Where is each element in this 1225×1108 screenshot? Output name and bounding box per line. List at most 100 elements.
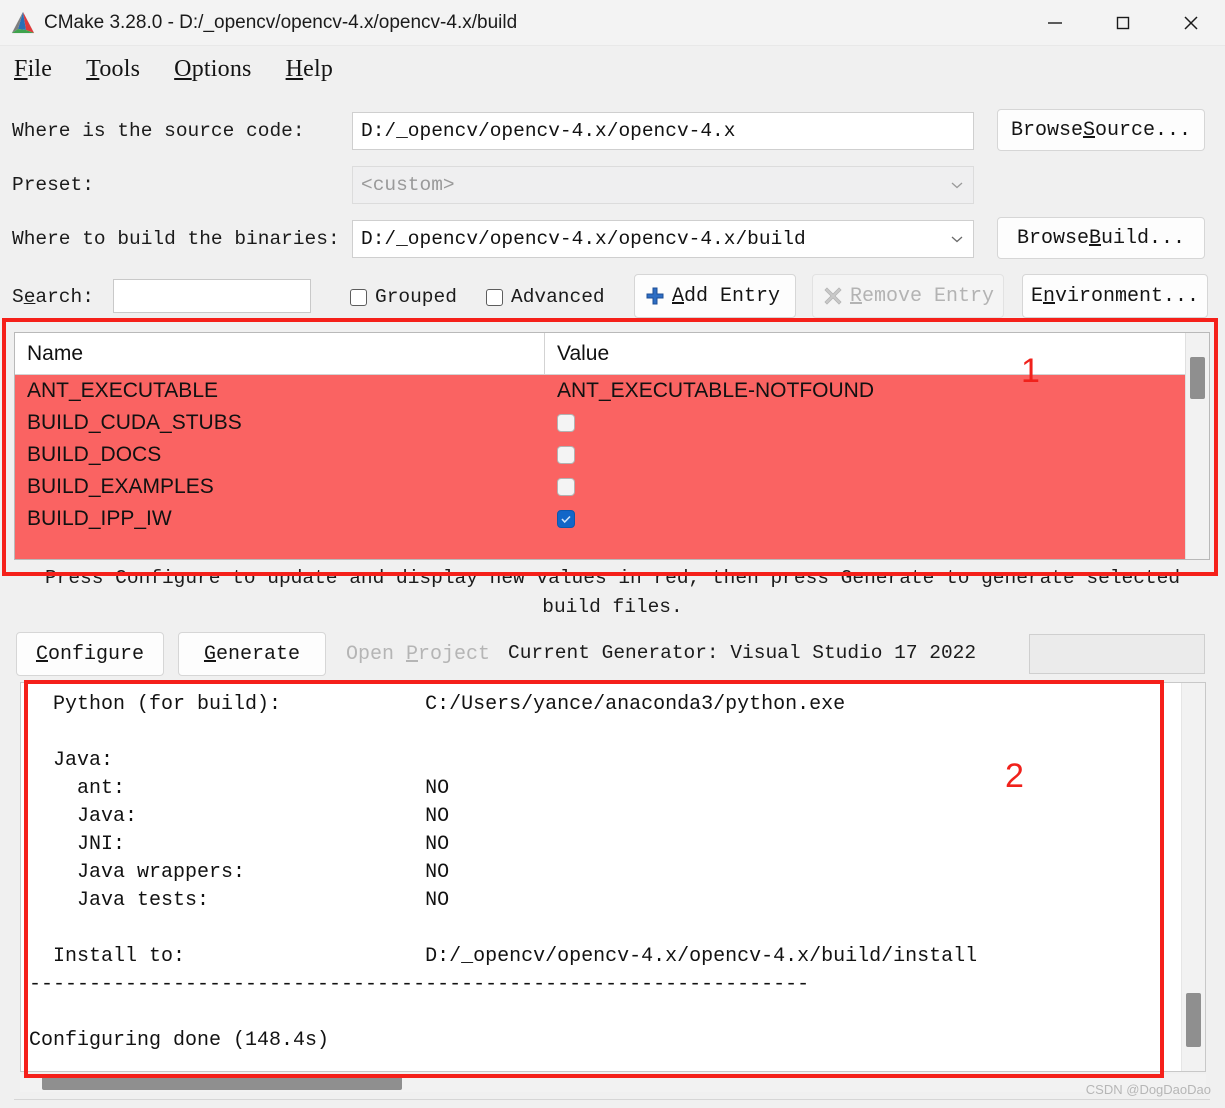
title-bar-left: CMake 3.28.0 - D:/_opencv/opencv-4.x/ope… (0, 10, 1021, 36)
menu-options-rest: ptions (191, 55, 252, 82)
cache-value-checkbox[interactable] (557, 510, 575, 528)
generate-rest: enerate (216, 642, 301, 666)
output-log-hscrollbar[interactable] (20, 1074, 1206, 1092)
configure-mnemonic: C (35, 642, 48, 666)
menu-tools-mnemonic: T (86, 55, 100, 82)
cache-value-checkbox[interactable] (557, 446, 575, 464)
search-label-mnemonic: e (23, 286, 36, 308)
generate-mnemonic: G (203, 642, 216, 666)
close-icon[interactable] (1157, 0, 1225, 46)
environment-pre: E (1030, 284, 1043, 308)
remove-x-icon (823, 286, 843, 306)
preset-label: Preset: (12, 174, 94, 196)
menu-item-tools[interactable]: Tools (86, 56, 140, 83)
cache-entry-value[interactable] (545, 446, 1209, 464)
environment-rest: vironment... (1055, 284, 1200, 308)
configure-rest: onfigure (48, 642, 145, 666)
configure-hint: Press Configure to update and display ne… (0, 564, 1225, 622)
menu-file-rest: ile (27, 55, 53, 82)
output-log-vscrollbar-thumb[interactable] (1186, 993, 1201, 1047)
paths-section: Where is the source code: D:/_opencv/ope… (0, 92, 1225, 270)
title-bar: CMake 3.28.0 - D:/_opencv/opencv-4.x/ope… (0, 0, 1225, 46)
browse-source-button[interactable]: Browse Source... (997, 109, 1205, 151)
cache-table-scrollbar-thumb[interactable] (1190, 357, 1205, 399)
watermark-text: CSDN @DogDaoDao (1085, 1082, 1211, 1097)
open-project-mnemonic: P (405, 642, 418, 666)
cache-entry-value[interactable] (545, 510, 1209, 528)
browse-build-button[interactable]: Browse Build... (997, 217, 1205, 259)
minimize-icon[interactable] (1021, 0, 1089, 46)
cache-entry-name: BUILD_IPP_IW (27, 507, 172, 530)
maximize-icon[interactable] (1089, 0, 1157, 46)
search-input[interactable] (113, 279, 311, 313)
cache-entry-value[interactable] (545, 414, 1209, 432)
annotation-marker-1: 1 (1021, 352, 1040, 390)
browse-build-rest: uild... (1101, 226, 1186, 250)
output-log-panel[interactable]: Python (for build): C:/Users/yance/anaco… (20, 682, 1206, 1072)
table-row[interactable]: BUILD_DOCS (15, 439, 1209, 471)
add-entry-button[interactable]: Add Entry (634, 274, 796, 318)
menu-bar: File Tools Options Help (0, 46, 1225, 92)
menu-help-mnemonic: H (285, 55, 304, 82)
cache-table-scrollbar[interactable] (1185, 333, 1209, 559)
open-project-pre: Open (345, 642, 406, 666)
open-project-button: Open Project (340, 632, 496, 676)
output-log-text: Python (for build): C:/Users/yance/anaco… (29, 693, 978, 1052)
preset-value: <custom> (361, 174, 455, 196)
source-path-value: D:/_opencv/opencv-4.x/opencv-4.x (361, 120, 736, 142)
remove-entry-rest: emove Entry (862, 284, 995, 308)
generate-button[interactable]: Generate (178, 632, 326, 676)
chevron-down-icon (949, 181, 965, 189)
grouped-checkbox[interactable]: Grouped (350, 286, 457, 308)
table-row[interactable]: BUILD_EXAMPLES (15, 471, 1209, 503)
table-row[interactable]: BUILD_CUDA_STUBS (15, 407, 1209, 439)
advanced-checkbox[interactable]: Advanced (486, 286, 605, 308)
menu-item-help[interactable]: Help (286, 56, 333, 83)
cmake-logo-icon (10, 10, 36, 36)
annotation-marker-2: 2 (1005, 757, 1024, 795)
output-log-vscrollbar[interactable] (1181, 683, 1205, 1071)
plus-icon (645, 286, 665, 306)
table-row[interactable]: BUILD_IPP_IW (15, 503, 1209, 535)
cache-value-checkbox[interactable] (557, 478, 575, 496)
configure-hint-line1: Press Configure to update and display ne… (44, 567, 1181, 589)
build-path-label: Where to build the binaries: (12, 228, 340, 250)
search-label: Search: (12, 286, 94, 308)
window-title: CMake 3.28.0 - D:/_opencv/opencv-4.x/ope… (44, 11, 518, 33)
menu-file-mnemonic: F (14, 55, 28, 82)
menu-tools-rest: ools (99, 55, 141, 82)
current-generator-label: Current Generator: Visual Studio 17 2022 (508, 642, 977, 664)
menu-item-options[interactable]: Options (174, 56, 251, 83)
column-header-name[interactable]: Name (15, 333, 545, 374)
column-header-value[interactable]: Value (545, 333, 1209, 374)
cache-table-body: ANT_EXECUTABLE ANT_EXECUTABLE-NOTFOUND B… (15, 375, 1209, 559)
action-bar: Configure Generate Open Project Current … (0, 632, 1225, 678)
browse-source-rest: ource... (1095, 118, 1192, 142)
cache-entry-value[interactable] (545, 478, 1209, 496)
search-label-rest: arch: (35, 286, 94, 308)
menu-options-mnemonic: O (174, 55, 192, 82)
build-path-value: D:/_opencv/opencv-4.x/opencv-4.x/build (361, 228, 806, 250)
configure-button[interactable]: Configure (16, 632, 164, 676)
browse-source-pre: Browse (1010, 118, 1083, 142)
add-entry-rest: dd Entry (684, 284, 781, 308)
menu-help-rest: elp (303, 55, 334, 82)
build-path-combo[interactable]: D:/_opencv/opencv-4.x/opencv-4.x/build (352, 220, 974, 258)
source-path-input[interactable]: D:/_opencv/opencv-4.x/opencv-4.x (352, 112, 974, 150)
cache-value-checkbox[interactable] (557, 414, 575, 432)
output-log-hscrollbar-thumb[interactable] (42, 1076, 402, 1090)
menu-item-file[interactable]: File (14, 56, 52, 83)
open-project-rest: roject (418, 642, 491, 666)
source-path-label: Where is the source code: (12, 120, 305, 142)
cache-entry-name: ANT_EXECUTABLE (27, 379, 218, 402)
environment-button[interactable]: Environment... (1022, 274, 1208, 318)
grouped-checkbox-label: Grouped (375, 286, 457, 308)
preset-row: Preset: <custom> (0, 166, 1225, 204)
add-entry-mnemonic: A (672, 284, 685, 308)
browse-build-mnemonic: B (1088, 226, 1101, 250)
cmake-gui-window: CMake 3.28.0 - D:/_opencv/opencv-4.x/ope… (0, 0, 1225, 1108)
cache-entry-value[interactable]: ANT_EXECUTABLE-NOTFOUND (545, 379, 1209, 403)
browse-build-pre: Browse (1016, 226, 1089, 250)
preset-select[interactable]: <custom> (352, 166, 974, 204)
progress-bar (1029, 634, 1205, 674)
